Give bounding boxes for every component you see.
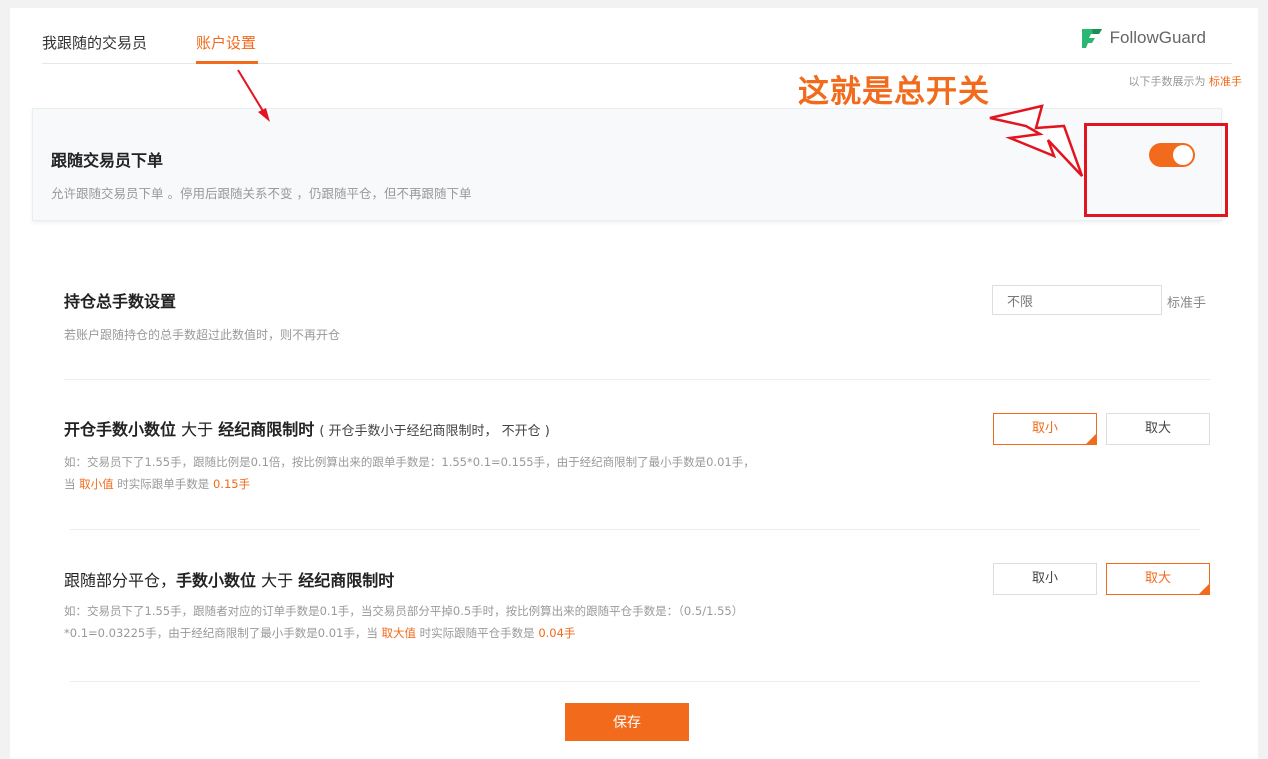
close-rounding-option-min[interactable]: 取小 xyxy=(993,563,1097,595)
annotation-highlight-box xyxy=(1084,123,1228,217)
units-note-highlight: 标准手 xyxy=(1209,75,1242,88)
tab-followed-traders[interactable]: 我跟随的交易员 xyxy=(42,32,147,53)
example-highlight: 取小值 xyxy=(79,477,114,491)
example-text: 时实际跟随平仓手数是 xyxy=(416,626,539,640)
open-rounding-title-mid: 大于 xyxy=(176,420,219,439)
open-rounding-option-max[interactable]: 取大 xyxy=(1106,413,1210,445)
open-rounding-example-line1: 如：交易员下了1.55手，跟随比例是0.1倍，按比例算出来的跟单手数是：1.55… xyxy=(64,455,755,469)
brand-name: FollowGuard xyxy=(1109,28,1206,47)
master-switch-title: 跟随交易员下单 xyxy=(51,151,164,170)
open-rounding-example: 如：交易员下了1.55手，跟随比例是0.1倍，按比例算出来的跟单手数是：1.55… xyxy=(64,451,755,495)
close-rounding-title-plain: 跟随部分平仓， xyxy=(64,571,177,590)
open-rounding-option-min[interactable]: 取小 xyxy=(993,413,1097,445)
divider xyxy=(70,681,1200,682)
open-rounding-title-part1: 开仓手数小数位 xyxy=(64,420,177,439)
open-rounding-title-part2: 经纪商限制时 xyxy=(218,420,315,439)
max-lots-title: 持仓总手数设置 xyxy=(64,292,177,311)
example-highlight: 0.04手 xyxy=(538,626,576,640)
brand-logo: FollowGuard xyxy=(1080,26,1206,50)
example-highlight: 0.15手 xyxy=(212,477,251,491)
tab-bar: 我跟随的交易员 账户设置 FollowGuard xyxy=(42,8,1232,64)
open-rounding-title-note: ( 开仓手数小于经纪商限制时， 不开仓 ) xyxy=(319,424,550,439)
master-switch-panel: 跟随交易员下单 允许跟随交易员下单 。停用后跟随关系不变 ，仍跟随平仓，但不再跟… xyxy=(32,108,1222,221)
max-lots-description: 若账户跟随持仓的总手数超过此数值时，则不再开仓 xyxy=(64,328,341,342)
open-rounding-title: 开仓手数小数位 大于 经纪商限制时 ( 开仓手数小于经纪商限制时， 不开仓 ) xyxy=(64,416,550,440)
close-rounding-option-max[interactable]: 取大 xyxy=(1106,563,1210,595)
close-rounding-example-line1: 如：交易员下了1.55手，跟随者对应的订单手数是0.1手，当交易员部分平掉0.5… xyxy=(64,604,744,618)
max-lots-unit: 标准手 xyxy=(1167,296,1207,311)
close-rounding-title-mid: 大于 xyxy=(256,571,299,590)
open-rounding-example-line2: 当 取小值 时实际跟单手数是 0.15手 xyxy=(64,473,755,495)
annotation-label: 这就是总开关 xyxy=(798,74,990,110)
master-switch-description: 允许跟随交易员下单 。停用后跟随关系不变 ，仍跟随平仓，但不再跟随下单 xyxy=(51,186,472,201)
active-tab-underline xyxy=(196,61,258,64)
units-note: 以下手数展示为 标准手 xyxy=(1129,73,1243,89)
close-rounding-title-part1: 手数小数位 xyxy=(176,571,257,590)
save-button[interactable]: 保存 xyxy=(565,703,689,741)
example-text: 时实际跟单手数是 xyxy=(113,477,213,491)
units-note-prefix: 以下手数展示为 xyxy=(1128,75,1206,88)
close-rounding-title-part2: 经纪商限制时 xyxy=(298,571,395,590)
followguard-logo-icon xyxy=(1081,29,1102,48)
example-text: 当 xyxy=(64,477,80,491)
max-lots-input[interactable] xyxy=(992,285,1162,315)
example-text: *0.1=0.03225手，由于经纪商限制了最小手数是0.01手，当 xyxy=(64,626,382,640)
close-rounding-example-line2: *0.1=0.03225手，由于经纪商限制了最小手数是0.01手，当 取大值 时… xyxy=(64,622,743,644)
close-rounding-example: 如：交易员下了1.55手，跟随者对应的订单手数是0.1手，当交易员部分平掉0.5… xyxy=(64,600,743,644)
close-rounding-title: 跟随部分平仓，手数小数位 大于 经纪商限制时 xyxy=(64,567,394,591)
divider xyxy=(64,379,1210,380)
tab-account-settings[interactable]: 账户设置 xyxy=(196,32,256,53)
example-highlight: 取大值 xyxy=(381,626,417,640)
divider xyxy=(70,529,1200,530)
